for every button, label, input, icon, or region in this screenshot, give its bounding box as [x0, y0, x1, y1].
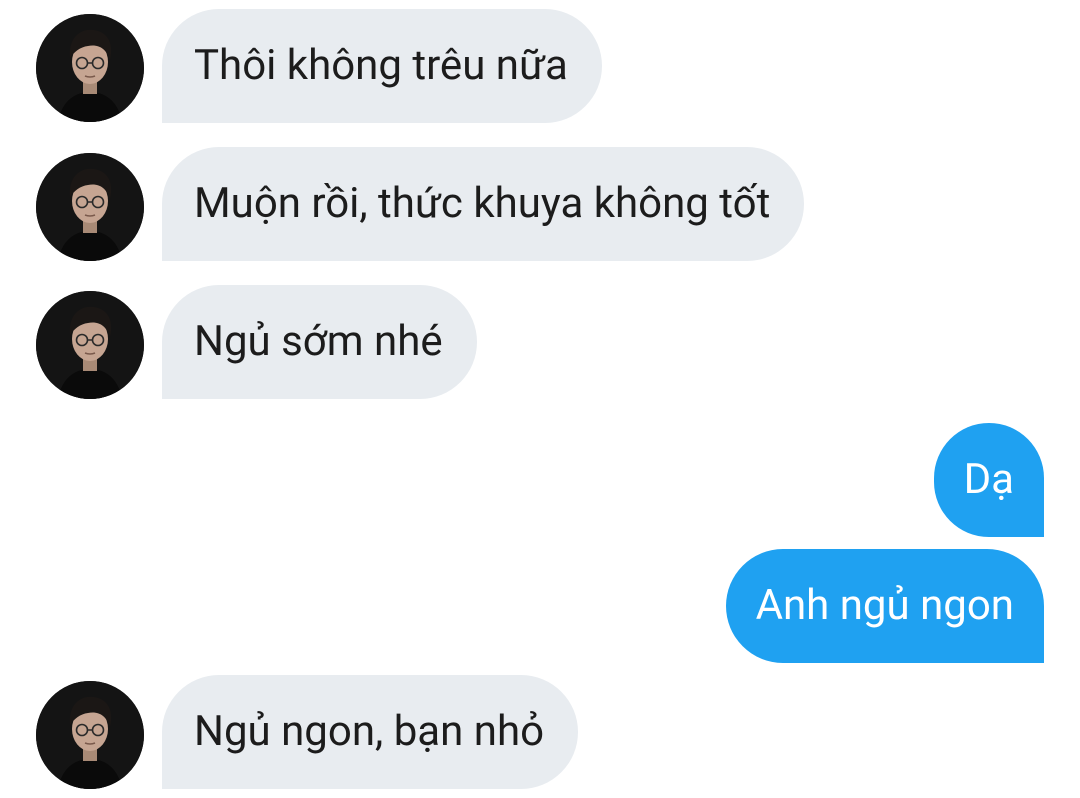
incoming-message-bubble[interactable]: Thôi không trêu nữa [162, 9, 602, 123]
message-text: Thôi không trêu nữa [194, 41, 568, 90]
contact-photo-icon [36, 681, 144, 789]
outgoing-message-bubble[interactable]: Anh ngủ ngon [725, 549, 1044, 663]
contact-avatar[interactable] [36, 14, 144, 122]
contact-avatar[interactable] [36, 681, 144, 789]
contact-avatar[interactable] [36, 153, 144, 261]
incoming-message-bubble[interactable]: Ngủ sớm nhé [162, 285, 477, 399]
message-text: Anh ngủ ngon [755, 581, 1014, 630]
contact-photo-icon [36, 153, 144, 261]
message-text: Ngủ sớm nhé [194, 317, 443, 366]
contact-photo-icon [36, 291, 144, 399]
message-text: Dạ [963, 455, 1014, 504]
incoming-message-bubble[interactable]: Ngủ ngon, bạn nhỏ [162, 675, 579, 789]
message-text: Muộn rồi, thức khuya không tốt [194, 179, 771, 228]
outgoing-message-bubble[interactable]: Dạ [933, 423, 1044, 537]
incoming-message-bubble[interactable]: Muộn rồi, thức khuya không tốt [162, 147, 805, 261]
contact-avatar[interactable] [36, 291, 144, 399]
message-text: Ngủ ngon, bạn nhỏ [194, 707, 545, 756]
contact-photo-icon [36, 14, 144, 122]
